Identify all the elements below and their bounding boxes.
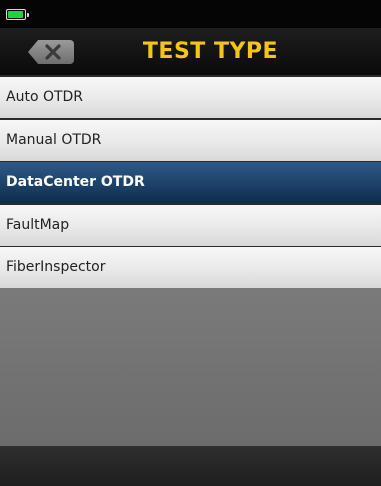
device-screen: TEST TYPE Auto OTDR Manual OTDR DataCent…	[0, 0, 381, 486]
list-item-auto-otdr[interactable]: Auto OTDR	[0, 77, 381, 118]
header-bar: TEST TYPE	[0, 28, 381, 75]
status-bar	[0, 0, 381, 28]
list-item-faultmap[interactable]: FaultMap	[0, 204, 381, 246]
list-item-manual-otdr[interactable]: Manual OTDR	[0, 119, 381, 161]
empty-list-area	[0, 288, 381, 446]
battery-level-fill	[8, 11, 23, 18]
list-item-fiberinspector[interactable]: FiberInspector	[0, 247, 381, 288]
page-title: TEST TYPE	[142, 39, 279, 64]
list-item-datacenter-otdr[interactable]: DataCenter OTDR	[0, 162, 381, 203]
test-type-list: Auto OTDR Manual OTDR DataCenter OTDR Fa…	[0, 77, 381, 290]
battery-icon	[6, 9, 29, 20]
footer-bar	[0, 446, 381, 486]
